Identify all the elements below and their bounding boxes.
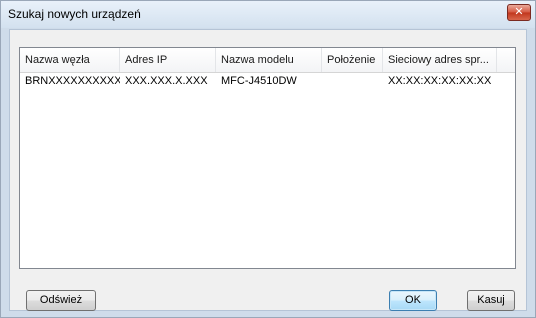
column-header-location[interactable]: Położenie [322,48,383,72]
cell-ip-address: XXX.XXX.X.XXX [125,75,208,87]
refresh-button[interactable]: Odśwież [26,290,96,311]
close-icon: ✕ [514,6,524,18]
title-bar[interactable]: Szukaj nowych urządzeń ✕ [1,1,535,28]
column-header-mac-address[interactable]: Sieciowy adres spr... [383,48,497,72]
cell-model-name: MFC-J4510DW [221,75,297,87]
dialog-client-area: Nazwa węzła Adres IP Nazwa modelu Położe… [9,29,527,311]
device-list[interactable]: Nazwa węzła Adres IP Nazwa modelu Położe… [19,47,516,269]
cell-mac-address: XX:XX:XX:XX:XX:XX [388,75,492,87]
column-header-model-name[interactable]: Nazwa modelu [216,48,322,72]
table-row[interactable]: BRNXXXXXXXXXXXX XXX.XXX.X.XXX MFC-J4510D… [20,73,515,89]
list-header: Nazwa węzła Adres IP Nazwa modelu Położe… [20,48,515,73]
column-header-ip-address[interactable]: Adres IP [120,48,216,72]
column-header-node-name[interactable]: Nazwa węzła [20,48,120,72]
cancel-button[interactable]: Kasuj [467,290,515,311]
dialog-window: Szukaj nowych urządzeń ✕ Nazwa węzła Adr… [0,0,536,318]
window-title: Szukaj nowych urządzeń [8,7,141,21]
close-button[interactable]: ✕ [507,4,531,21]
cell-node-name: BRNXXXXXXXXXXXX [25,75,120,87]
cell-location [322,73,383,89]
ok-button[interactable]: OK [389,290,437,311]
